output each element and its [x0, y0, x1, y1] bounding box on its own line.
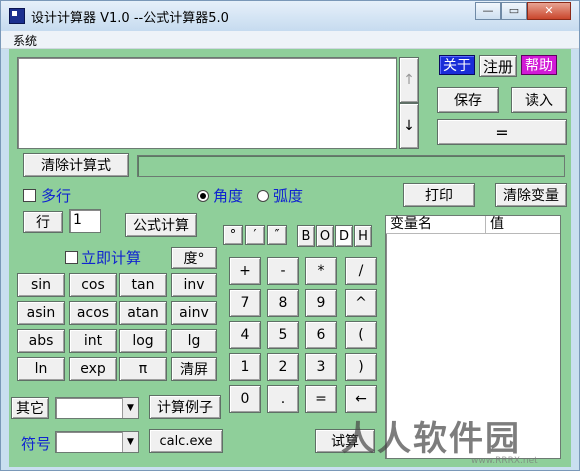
- examples-button[interactable]: 计算例子: [149, 395, 221, 419]
- status-field: [137, 155, 565, 177]
- calc-exe-button[interactable]: calc.exe: [149, 429, 223, 453]
- watermark-url: www.RRRX.net: [471, 456, 538, 466]
- key-1-button[interactable]: 1: [229, 353, 261, 381]
- restore-button[interactable]: ▭: [501, 2, 527, 20]
- row-input[interactable]: 1: [69, 209, 101, 233]
- base-hex-button[interactable]: H: [354, 225, 372, 247]
- func-abs-button[interactable]: abs: [17, 329, 65, 353]
- degree-radio[interactable]: [197, 190, 209, 202]
- func-inv-button[interactable]: inv: [171, 273, 217, 297]
- key-6-button[interactable]: 6: [305, 321, 337, 349]
- menu-bar: 系统: [1, 31, 579, 49]
- app-window: 设计计算器 V1.0 --公式计算器5.0 — ▭ ✕ 系统 ↑ ↓ 关于 注册…: [0, 0, 580, 471]
- formula-textarea[interactable]: [17, 57, 397, 149]
- key-3-button[interactable]: 3: [305, 353, 337, 381]
- base-decimal-button[interactable]: D: [335, 225, 353, 247]
- func-pi-button[interactable]: π: [119, 357, 167, 381]
- help-button[interactable]: 帮助: [521, 55, 557, 75]
- func-cos-button[interactable]: cos: [69, 273, 117, 297]
- clear-formula-button[interactable]: 清除计算式: [23, 153, 129, 177]
- row-button[interactable]: 行: [23, 211, 63, 233]
- title-bar[interactable]: 设计计算器 V1.0 --公式计算器5.0 — ▭ ✕: [1, 1, 579, 31]
- key-9-button[interactable]: 9: [305, 289, 337, 317]
- func-acos-button[interactable]: acos: [69, 301, 117, 325]
- key-5-button[interactable]: 5: [267, 321, 299, 349]
- other-button[interactable]: 其它: [11, 397, 49, 419]
- scroll-down-button[interactable]: ↓: [399, 103, 419, 149]
- radian-radio[interactable]: [257, 190, 269, 202]
- load-button[interactable]: 读入: [511, 87, 567, 113]
- symbol-degree-button[interactable]: °: [223, 225, 243, 245]
- variables-col-name[interactable]: 变量名: [386, 216, 486, 234]
- key-7-button[interactable]: 7: [229, 289, 261, 317]
- equals-big-button[interactable]: =: [437, 119, 567, 145]
- key-equals-button[interactable]: =: [305, 385, 337, 413]
- window-title: 设计计算器 V1.0 --公式计算器5.0: [31, 11, 229, 26]
- register-button[interactable]: 注册: [479, 55, 517, 77]
- key-close-paren-button[interactable]: ): [345, 353, 377, 381]
- symbol-second-button[interactable]: ″: [267, 225, 287, 245]
- symbol-combo[interactable]: ▼: [55, 431, 139, 453]
- key-multiply-button[interactable]: *: [305, 257, 337, 285]
- key-power-button[interactable]: ^: [345, 289, 377, 317]
- key-open-paren-button[interactable]: (: [345, 321, 377, 349]
- symbol-label: 符号: [21, 435, 52, 453]
- clear-vars-button[interactable]: 清除变量: [495, 183, 567, 207]
- base-octal-button[interactable]: O: [316, 225, 334, 247]
- key-8-button[interactable]: 8: [267, 289, 299, 317]
- about-button[interactable]: 关于: [439, 55, 475, 75]
- func-asin-button[interactable]: asin: [17, 301, 65, 325]
- func-log-button[interactable]: log: [119, 329, 167, 353]
- watermark-logo: 人人软件园: [341, 419, 521, 459]
- key-backspace-button[interactable]: ←: [345, 385, 377, 413]
- key-minus-button[interactable]: -: [267, 257, 299, 285]
- formula-calc-button[interactable]: 公式计算: [125, 213, 197, 237]
- client-area: ↑ ↓ 关于 注册 帮助 保存 读入 = 清除计算式 多行 角度 弧度 打印 清…: [9, 49, 571, 467]
- func-exp-button[interactable]: exp: [69, 357, 117, 381]
- key-0-button[interactable]: 0: [229, 385, 261, 413]
- multiline-label: 多行: [41, 187, 72, 205]
- base-binary-button[interactable]: B: [297, 225, 315, 247]
- func-ainv-button[interactable]: ainv: [171, 301, 217, 325]
- other-combo[interactable]: ▼: [55, 397, 139, 419]
- close-button[interactable]: ✕: [527, 2, 571, 20]
- menu-system[interactable]: 系统: [13, 32, 37, 49]
- save-button[interactable]: 保存: [437, 87, 499, 113]
- multiline-checkbox[interactable]: [23, 189, 36, 202]
- degree-label: 角度: [213, 187, 244, 205]
- key-dot-button[interactable]: .: [267, 385, 299, 413]
- chevron-down-icon[interactable]: ▼: [122, 398, 138, 418]
- func-int-button[interactable]: int: [69, 329, 117, 353]
- func-ln-button[interactable]: ln: [17, 357, 65, 381]
- minimize-button[interactable]: —: [475, 2, 501, 20]
- func-atan-button[interactable]: atan: [119, 301, 167, 325]
- key-plus-button[interactable]: +: [229, 257, 261, 285]
- clear-screen-button[interactable]: 清屏: [171, 357, 217, 381]
- key-4-button[interactable]: 4: [229, 321, 261, 349]
- degree-symbol-button[interactable]: 度°: [171, 247, 217, 269]
- key-divide-button[interactable]: /: [345, 257, 377, 285]
- app-icon: [9, 8, 25, 24]
- scroll-up-button[interactable]: ↑: [399, 57, 419, 103]
- radian-label: 弧度: [273, 187, 304, 205]
- variables-col-value[interactable]: 值: [486, 216, 560, 234]
- func-sin-button[interactable]: sin: [17, 273, 65, 297]
- func-lg-button[interactable]: lg: [171, 329, 217, 353]
- print-button[interactable]: 打印: [403, 183, 475, 207]
- func-tan-button[interactable]: tan: [119, 273, 167, 297]
- symbol-minute-button[interactable]: ′: [245, 225, 265, 245]
- key-2-button[interactable]: 2: [267, 353, 299, 381]
- instant-calc-checkbox[interactable]: [65, 251, 78, 264]
- instant-calc-label: 立即计算: [81, 249, 142, 267]
- chevron-down-icon[interactable]: ▼: [122, 432, 138, 452]
